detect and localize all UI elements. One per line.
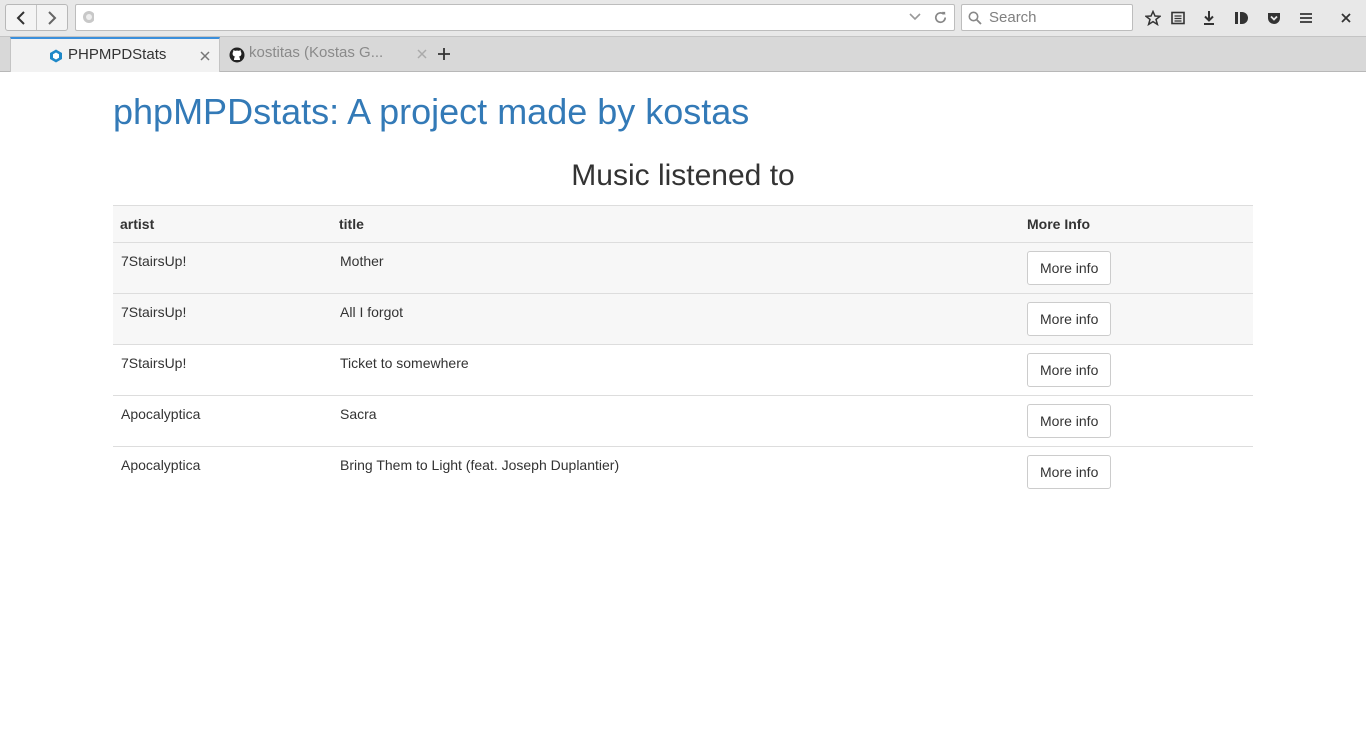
- reload-icon[interactable]: [933, 10, 948, 25]
- pocket-icon[interactable]: [1265, 9, 1283, 27]
- search-input[interactable]: Search: [989, 9, 1037, 26]
- tab-close-icon[interactable]: [417, 49, 427, 59]
- table-row: Apocalyptica Sacra More info: [113, 395, 1253, 447]
- site-title-link[interactable]: phpMPDstats: A project made by kostas: [113, 92, 1253, 132]
- url-bar[interactable]: [75, 4, 955, 31]
- column-header-artist: artist: [113, 205, 332, 243]
- page-content: phpMPDstats: A project made by kostas Mu…: [113, 72, 1253, 498]
- download-icon[interactable]: [1200, 9, 1218, 27]
- forward-arrow-icon: [48, 10, 57, 25]
- more-info-cell: More info: [1020, 242, 1253, 294]
- reading-list-icon[interactable]: [1169, 9, 1187, 27]
- title-cell: Ticket to somewhere: [332, 344, 1020, 396]
- tab-kostitas[interactable]: kostitas (Kostas G...: [221, 37, 431, 72]
- back-arrow-icon: [16, 10, 25, 25]
- table-row: 7StairsUp! Ticket to somewhere More info: [113, 344, 1253, 396]
- tab-strip: PHPMPDStats kostitas (Kostas G...: [0, 37, 1366, 72]
- more-info-cell: More info: [1020, 344, 1253, 396]
- table-row: 7StairsUp! Mother More info: [113, 242, 1253, 294]
- table-header-row: artist title More Info: [113, 205, 1253, 243]
- new-tab-icon[interactable]: [437, 47, 451, 61]
- column-header-more-info: More Info: [1020, 205, 1253, 243]
- section-title: Music listened to: [571, 159, 795, 192]
- search-bar[interactable]: Search: [961, 4, 1133, 31]
- artist-cell: 7StairsUp!: [113, 293, 332, 345]
- artist-cell: 7StairsUp!: [113, 344, 332, 396]
- back-button[interactable]: [6, 5, 36, 30]
- menu-icon[interactable]: [1297, 9, 1315, 27]
- table-row: Apocalyptica Bring Them to Light (feat. …: [113, 446, 1253, 498]
- forward-button[interactable]: [36, 5, 67, 30]
- more-info-button[interactable]: More info: [1027, 302, 1112, 336]
- chevron-down-icon[interactable]: [908, 10, 922, 24]
- tab-title: PHPMPDStats: [68, 46, 167, 63]
- more-info-cell: More info: [1020, 395, 1253, 447]
- title-cell: All I forgot: [332, 293, 1020, 345]
- nav-buttons: [5, 4, 68, 31]
- title-cell: Bring Them to Light (feat. Joseph Duplan…: [332, 446, 1020, 498]
- title-cell: Mother: [332, 242, 1020, 294]
- artist-cell: Apocalyptica: [113, 395, 332, 447]
- more-info-button[interactable]: More info: [1027, 251, 1112, 285]
- more-info-button[interactable]: More info: [1027, 404, 1112, 438]
- tab-phpmpdstats[interactable]: PHPMPDStats: [10, 37, 220, 72]
- github-favicon-icon: [229, 47, 245, 63]
- artist-cell: 7StairsUp!: [113, 242, 332, 294]
- browser-toolbar: Search: [0, 0, 1366, 37]
- more-info-cell: More info: [1020, 293, 1253, 345]
- artist-cell: Apocalyptica: [113, 446, 332, 498]
- bookmark-star-icon[interactable]: [1144, 9, 1162, 27]
- more-info-button[interactable]: More info: [1027, 455, 1112, 489]
- table-row: 7StairsUp! All I forgot More info: [113, 293, 1253, 345]
- library-icon[interactable]: [1232, 9, 1250, 27]
- more-info-button[interactable]: More info: [1027, 353, 1112, 387]
- url-input[interactable]: [94, 8, 320, 27]
- more-info-cell: More info: [1020, 446, 1253, 498]
- hexagon-favicon-icon: [50, 49, 62, 63]
- music-table: artist title More Info 7StairsUp! Mother…: [113, 205, 1253, 498]
- tab-title: kostitas (Kostas G...: [249, 44, 384, 61]
- column-header-title: title: [332, 205, 1020, 243]
- search-icon: [968, 11, 982, 25]
- close-window-icon[interactable]: [1337, 9, 1355, 27]
- title-cell: Sacra: [332, 395, 1020, 447]
- tab-close-icon[interactable]: [200, 51, 210, 61]
